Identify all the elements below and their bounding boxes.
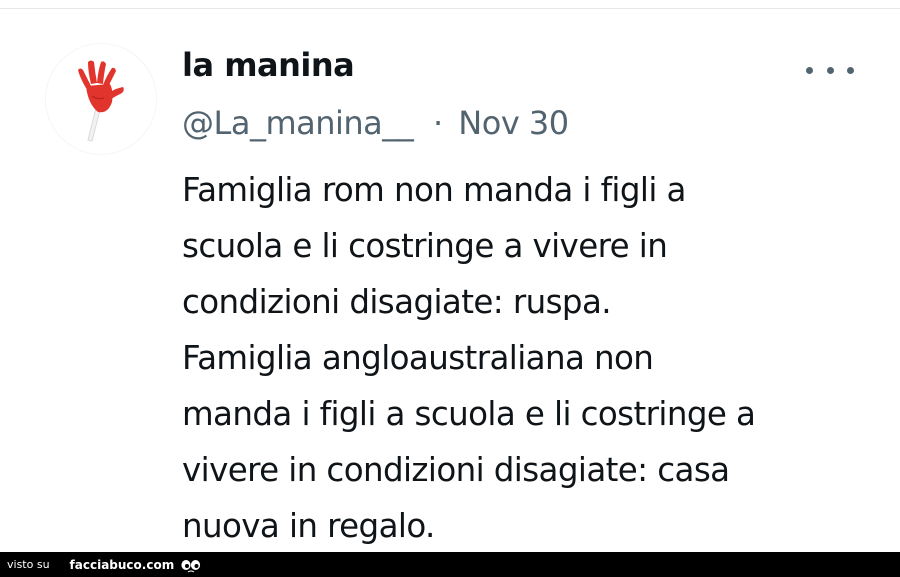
tweet-text-line: manda i figli a scuola e li costringe a <box>182 395 756 433</box>
hand-clapper-icon <box>78 60 124 142</box>
display-name[interactable]: la manina <box>182 46 355 84</box>
top-divider <box>0 8 900 9</box>
tweet-text-line: vivere in condizioni disagiate: casa <box>182 451 730 489</box>
avatar[interactable] <box>46 44 156 154</box>
more-horizontal-icon <box>806 66 813 74</box>
eyes-icon <box>180 558 202 572</box>
tweet-meta: @La_manina__ · Nov 30 <box>182 104 569 142</box>
tweet-text-line: Famiglia angloaustraliana non <box>182 339 654 377</box>
tweet-text-line: condizioni disagiate: ruspa. <box>182 283 612 321</box>
tweet-date[interactable]: Nov 30 <box>458 104 569 142</box>
more-horizontal-icon-dot <box>847 66 854 74</box>
user-handle[interactable]: @La_manina__ <box>182 104 414 142</box>
meta-separator: · <box>432 104 443 142</box>
tweet-text: Famiglia rom non manda i figli a scuola … <box>182 162 872 554</box>
tweet-text-line: scuola e li costringe a vivere in <box>182 227 668 265</box>
tweet-text-line: nuova in regalo. <box>182 507 435 545</box>
watermark-footer: visto su facciabuco.com <box>0 552 900 577</box>
more-horizontal-icon-dot <box>826 66 834 74</box>
site-label[interactable]: facciabuco.com <box>70 558 175 572</box>
seen-on-label: visto su <box>7 558 50 571</box>
more-options-button[interactable] <box>806 60 854 80</box>
tweet-text-line: Famiglia rom non manda i figli a <box>182 171 686 209</box>
